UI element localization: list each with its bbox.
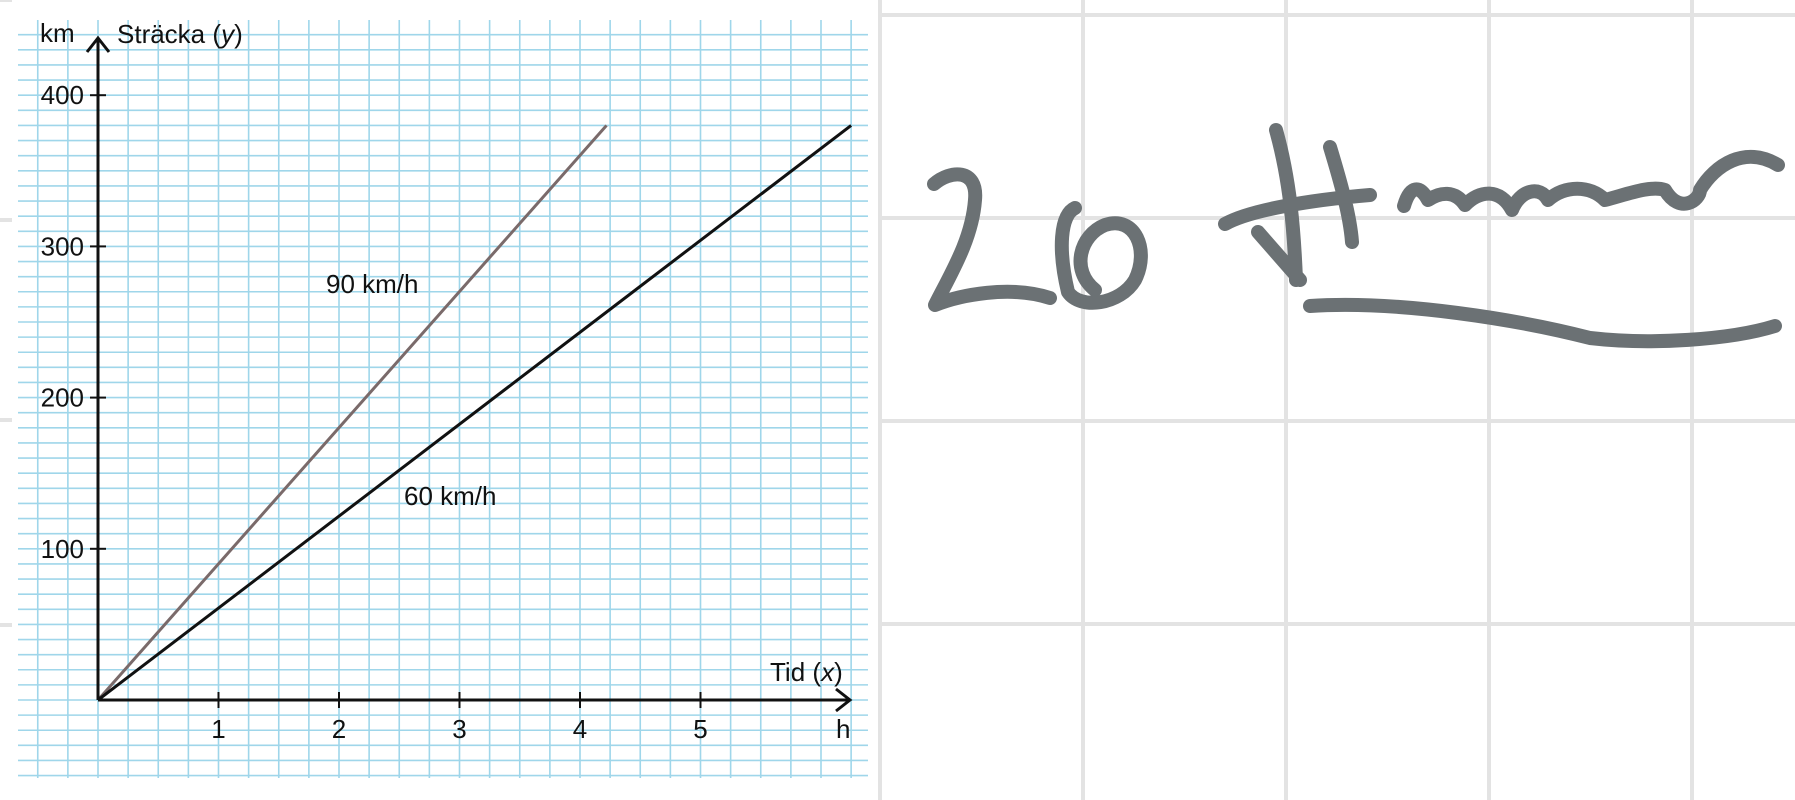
series-label-60: 60 km/h [404, 481, 497, 511]
y-axis-label: Sträcka [117, 19, 206, 49]
handwriting-letters-immer [1397, 149, 1785, 217]
x-tick-label: 2 [332, 714, 346, 744]
x-axis-variable: x [819, 657, 835, 687]
x-axis-open-paren: ( [812, 657, 821, 687]
y-tick-label: 400 [41, 80, 84, 110]
handwriting-letter-t [1218, 123, 1377, 287]
x-axis-title: Tid (x) [770, 657, 843, 687]
x-axis-label: Tid [770, 657, 805, 687]
y-axis-title: Sträcka (y) [117, 19, 243, 49]
y-tick-label: 300 [41, 231, 84, 261]
whiteboard-canvas[interactable]: 1 2 3 4 5100200300400 km Sträcka (y) Tid (x)… [0, 0, 1795, 800]
x-tick-label: 5 [693, 714, 707, 744]
y-tick-label: 100 [41, 534, 84, 564]
distance-time-chart: 1 2 3 4 5100200300400 km Sträcka (y) Tid (x)… [18, 18, 868, 778]
handwritten-answer [927, 123, 1785, 349]
handwriting-underline [1303, 297, 1782, 349]
series-label-90: 90 km/h [326, 269, 419, 299]
x-axis-close-paren: ) [834, 657, 843, 687]
x-tick-label: 1 [211, 714, 225, 744]
y-axis-open-paren: ( [212, 19, 221, 49]
handwriting-digit-0 [1054, 201, 1148, 310]
x-axis-unit: h [836, 714, 850, 744]
y-tick-label: 200 [41, 383, 84, 413]
page-grid [0, 0, 1795, 800]
y-axis-close-paren: ) [234, 19, 243, 49]
handwriting-digit-2 [927, 167, 1057, 312]
x-tick-label: 3 [452, 714, 466, 744]
y-axis-unit: km [40, 18, 75, 48]
x-tick-label: 4 [573, 714, 587, 744]
